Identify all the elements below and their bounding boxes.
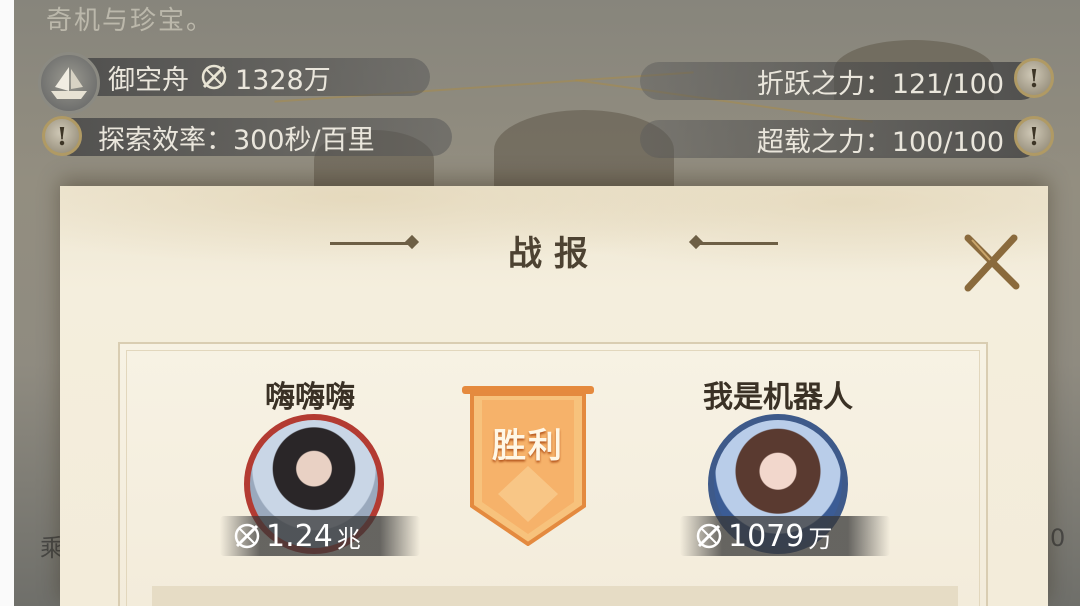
- warp-power-bar[interactable]: 折跃之力：121/100: [640, 62, 1040, 100]
- right-edge-label: 0: [1050, 524, 1066, 552]
- player-power-unit-right: 万: [808, 524, 833, 553]
- player-power-right: 1079 万: [680, 516, 890, 556]
- info-glyph: !: [1028, 121, 1040, 151]
- player-power-unit-left: 兆: [336, 524, 361, 553]
- ship-bar[interactable]: 御空舟 1328万: [70, 58, 430, 96]
- player-power-value-left: 1.24: [266, 518, 333, 554]
- explore-efficiency-bar[interactable]: 探索效率：300秒/百里: [52, 118, 452, 156]
- battle-result-label: 胜利: [492, 426, 564, 466]
- info-icon[interactable]: !: [1014, 116, 1054, 156]
- battle-report-modal: 战报 嗨嗨嗨 1.24 兆 胜利 我是机器人 1079 万: [60, 186, 1048, 606]
- info-glyph: !: [1028, 63, 1040, 93]
- ship-name: 御空舟: [108, 64, 189, 96]
- title-decoration-right: [696, 242, 778, 245]
- sword-power-icon: [232, 521, 262, 551]
- info-icon[interactable]: !: [1014, 58, 1054, 98]
- close-button[interactable]: [960, 232, 1022, 294]
- info-glyph: !: [56, 121, 68, 151]
- victory-banner-icon: 胜利: [462, 386, 594, 547]
- player-power-left: 1.24 兆: [220, 516, 420, 556]
- report-detail-strip: [152, 586, 958, 606]
- ship-power: 1328万: [235, 64, 331, 96]
- left-edge-strip: [0, 0, 14, 606]
- modal-title: 战报: [508, 234, 600, 274]
- overload-power-bar[interactable]: 超载之力：100/100: [640, 120, 1040, 158]
- background-caption: 奇机与珍宝。: [46, 6, 215, 36]
- player-name-left: 嗨嗨嗨: [265, 380, 355, 415]
- explore-efficiency-label: 探索效率：300秒/百里: [98, 124, 375, 156]
- player-power-value-right: 1079: [728, 518, 805, 554]
- info-icon[interactable]: !: [42, 116, 82, 156]
- overload-power-label: 超载之力：100/100: [756, 126, 1004, 158]
- warp-power-label: 折跃之力：121/100: [756, 68, 1004, 100]
- ship-icon[interactable]: [38, 52, 100, 114]
- sword-power-icon: [694, 521, 724, 551]
- sword-power-icon: [199, 62, 229, 92]
- close-icon: [964, 234, 1020, 292]
- player-name-right: 我是机器人: [703, 380, 853, 415]
